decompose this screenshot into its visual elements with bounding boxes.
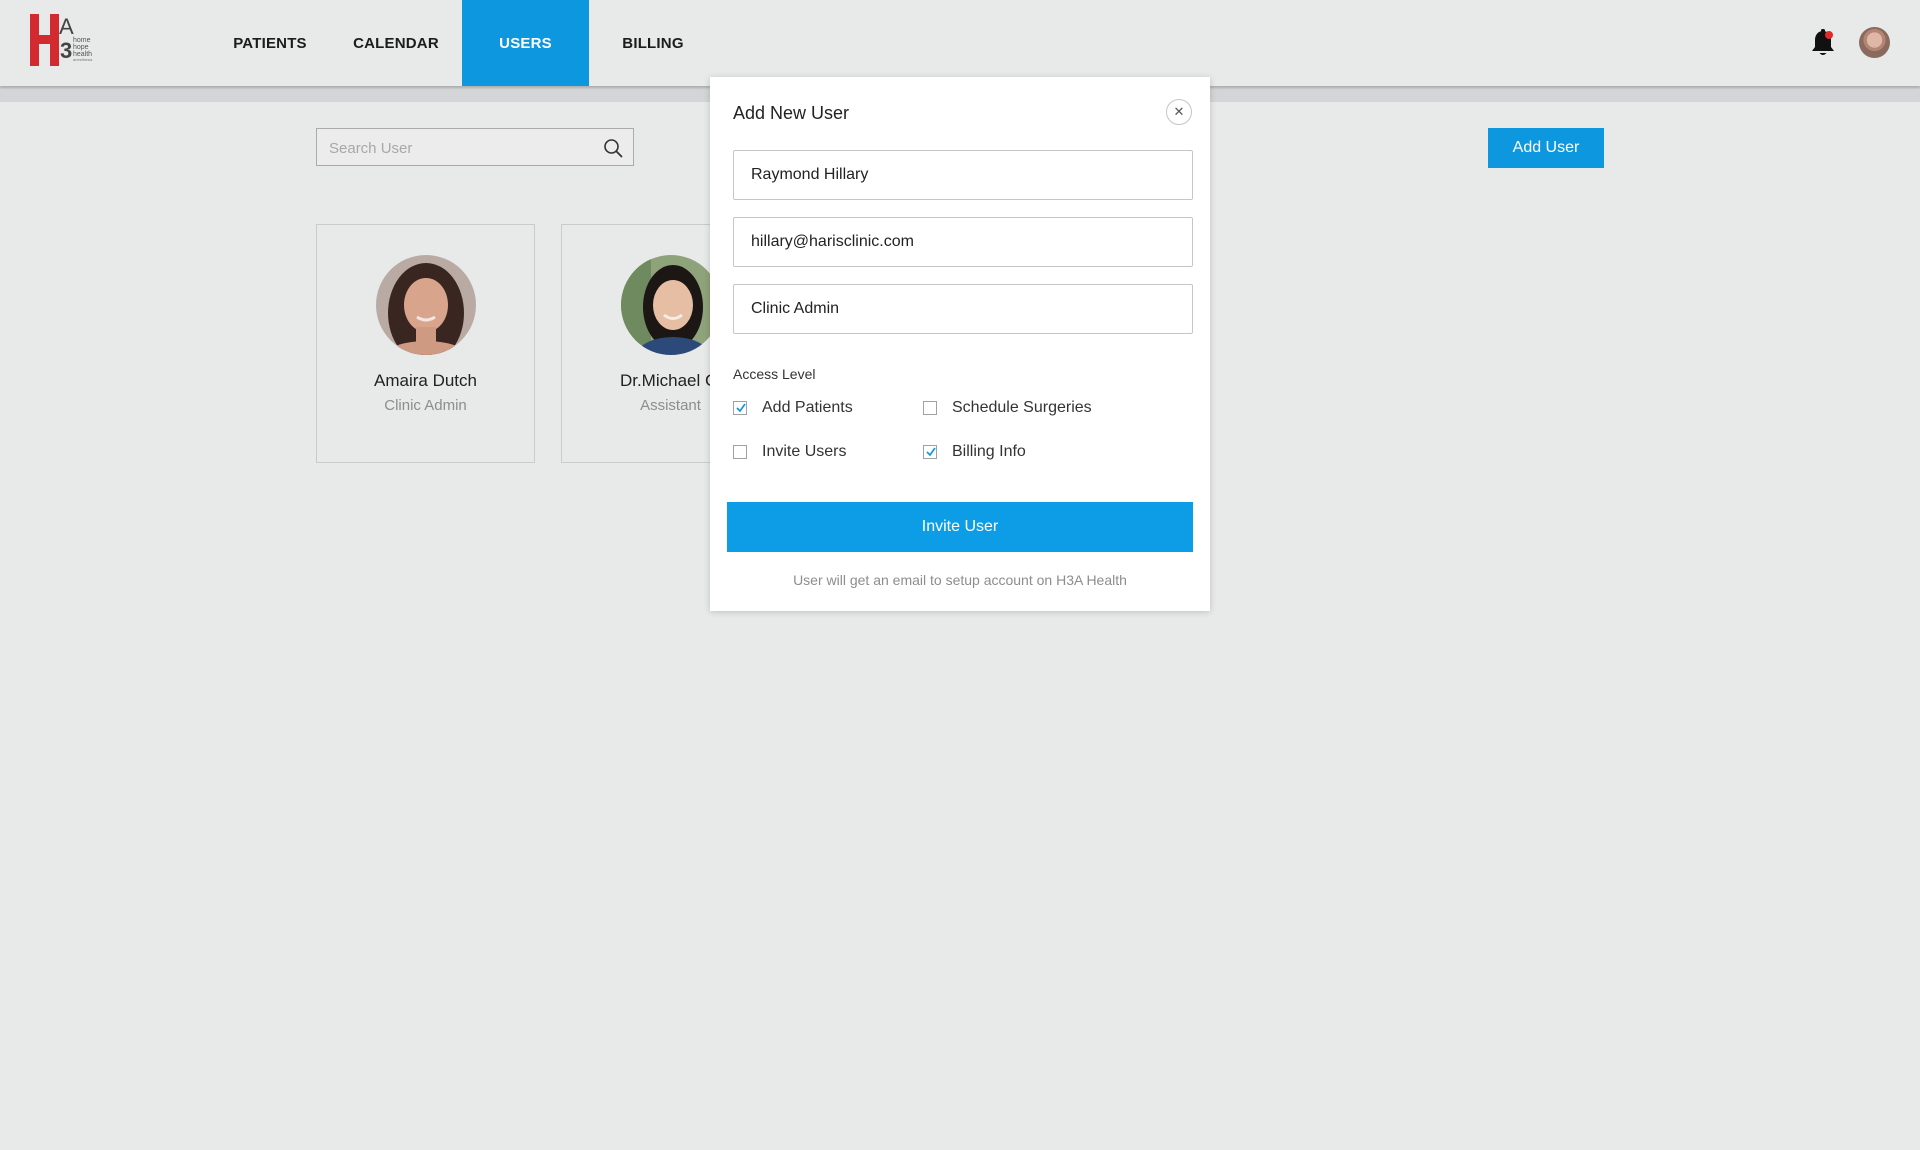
permission-add-patients[interactable]: Add Patients	[733, 399, 853, 417]
modal-title: Add New User	[733, 103, 850, 123]
notification-dot	[1825, 31, 1833, 39]
user-avatar	[376, 255, 476, 355]
svg-text:anesthesia: anesthesia	[73, 57, 93, 62]
h3a-logo[interactable]: A 3 home hope health anesthesia	[30, 14, 122, 66]
svg-text:home: home	[73, 37, 91, 44]
add-user-modal: Add New User ✕ Access Level Add Patients…	[710, 77, 1210, 611]
checkbox-unchecked[interactable]	[733, 445, 747, 459]
close-icon[interactable]: ✕	[1166, 99, 1192, 125]
nav-tab-calendar[interactable]: CALENDAR	[330, 0, 462, 86]
permission-billing-info[interactable]: Billing Info	[923, 443, 1026, 461]
svg-text:A: A	[59, 14, 74, 39]
user-avatar[interactable]	[1859, 27, 1890, 58]
main-nav: PATIENTS CALENDAR USERS BILLING	[210, 0, 717, 86]
access-level-label: Access Level	[733, 366, 816, 382]
search-box	[316, 128, 634, 167]
email-input[interactable]	[734, 218, 1192, 266]
permission-label: Billing Info	[952, 443, 1026, 460]
role-input[interactable]	[734, 285, 1192, 333]
checkbox-checked[interactable]	[733, 401, 747, 415]
name-input[interactable]	[734, 151, 1192, 199]
user-avatar	[621, 255, 721, 355]
nav-tab-patients[interactable]: PATIENTS	[210, 0, 330, 86]
user-name: Amaira Dutch	[374, 371, 477, 390]
add-user-button[interactable]: Add User	[1488, 128, 1604, 168]
search-icon[interactable]	[603, 138, 623, 158]
bell-icon[interactable]	[1810, 28, 1836, 58]
email-field	[733, 217, 1193, 267]
search-input[interactable]	[317, 129, 601, 167]
name-field	[733, 150, 1193, 200]
top-navigation-bar: A 3 home hope health anesthesia PATIENTS…	[0, 0, 1920, 86]
invite-note: User will get an email to setup account …	[793, 572, 1127, 588]
user-role: Clinic Admin	[384, 397, 467, 414]
svg-text:3: 3	[60, 38, 72, 63]
permission-invite-users[interactable]: Invite Users	[733, 443, 846, 461]
user-card[interactable]: Amaira Dutch Clinic Admin	[316, 224, 535, 463]
svg-text:hope: hope	[73, 44, 89, 51]
permission-label: Schedule Surgeries	[952, 399, 1092, 416]
checkbox-unchecked[interactable]	[923, 401, 937, 415]
permission-schedule-surgeries[interactable]: Schedule Surgeries	[923, 399, 1092, 417]
permission-label: Invite Users	[762, 443, 847, 460]
nav-tab-billing[interactable]: BILLING	[589, 0, 717, 86]
checkbox-checked[interactable]	[923, 445, 937, 459]
role-field	[733, 284, 1193, 334]
invite-user-button[interactable]: Invite User	[727, 502, 1193, 552]
nav-tab-users[interactable]: USERS	[462, 0, 589, 86]
permission-label: Add Patients	[762, 399, 853, 416]
